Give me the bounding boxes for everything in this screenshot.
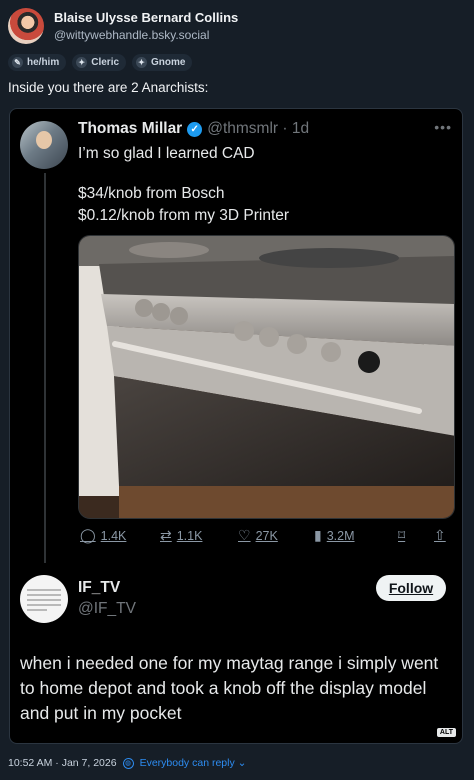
bookmark-action[interactable]: ⌑	[398, 527, 405, 544]
reply-author-name: IF_TV	[78, 579, 121, 596]
tweet-actions: ◯ 1.4K ⇄ 1.1K ♡ 27K ▮ 3.2M ⌑ ⇧	[78, 527, 455, 547]
tweet-photo	[78, 235, 455, 519]
reply-settings-link[interactable]: Everybody can reply ⌄	[140, 757, 247, 769]
globe-icon: ◍	[122, 757, 134, 769]
repost-icon: ⇄	[160, 527, 172, 543]
reply-author-avatar	[20, 575, 68, 623]
post-text: Inside you there are 2 Anarchists:	[8, 80, 209, 95]
post-footer: 10:52 AM · Jan 7, 2026 ◍ Everybody can r…	[8, 757, 246, 769]
stove-photo	[79, 236, 454, 518]
label-text: Cleric	[91, 57, 120, 68]
author-handle[interactable]: @wittywebhandle.bsky.social	[54, 28, 209, 42]
reply-text: when i needed one for my maytag range i …	[20, 653, 439, 723]
repost-count: 1.1K	[176, 528, 203, 543]
pronoun-icon: ✎	[12, 57, 23, 68]
tweet-text-line: $34/knob from Bosch	[78, 185, 225, 202]
tweet-author-avatar	[20, 121, 68, 169]
views-action[interactable]: ▮ 3.2M	[314, 527, 355, 544]
verified-icon: ✓	[187, 121, 203, 137]
tweet-header: Thomas Millar ✓ @thmsmlr · 1d	[78, 120, 309, 138]
label-text: he/him	[27, 57, 60, 68]
share-action[interactable]: ⇧	[434, 527, 446, 544]
author-avatar[interactable]	[8, 8, 44, 44]
views-icon: ▮	[314, 527, 322, 543]
label-pronouns[interactable]: ✎ he/him	[8, 54, 67, 71]
author-name[interactable]: Blaise Ulysse Bernard Collins	[54, 10, 238, 25]
tweet-text-line: I’m so glad I learned CAD	[78, 145, 255, 162]
reply-action[interactable]: ◯ 1.4K	[80, 527, 126, 544]
tweet-author-name: Thomas Millar	[78, 120, 183, 137]
alt-badge[interactable]: ALT	[436, 728, 456, 737]
more-icon: •••	[434, 119, 452, 135]
like-action[interactable]: ♡ 27K	[238, 527, 278, 544]
profile-labels: ✎ he/him ✦ Cleric ✦ Gnome	[8, 54, 193, 71]
label-text: Gnome	[151, 57, 186, 68]
reply-icon: ◯	[80, 527, 96, 543]
tweet-text-line: $0.12/knob from my 3D Printer	[78, 207, 290, 224]
race-icon: ✦	[136, 57, 148, 68]
post-timestamp[interactable]: 10:52 AM · Jan 7, 2026	[8, 757, 117, 769]
label-race[interactable]: ✦ Gnome	[132, 54, 193, 71]
follow-button: Follow	[376, 575, 446, 601]
thread-line	[44, 173, 46, 563]
class-icon: ✦	[76, 57, 88, 68]
like-count: 27K	[255, 528, 278, 543]
reply-count: 1.4K	[100, 528, 127, 543]
embedded-screenshot[interactable]: Thomas Millar ✓ @thmsmlr · 1d ••• I’m so…	[9, 108, 463, 744]
repost-action[interactable]: ⇄ 1.1K	[160, 527, 202, 544]
post-header: Blaise Ulysse Bernard Collins @wittywebh…	[8, 8, 466, 44]
label-class[interactable]: ✦ Cleric	[72, 54, 127, 71]
views-count: 3.2M	[326, 528, 355, 543]
tweet-handle-time: @thmsmlr · 1d	[207, 120, 310, 137]
share-icon: ⇧	[434, 527, 446, 543]
reply-author-handle: @IF_TV	[78, 600, 136, 617]
heart-icon: ♡	[238, 527, 251, 543]
bookmark-icon: ⌑	[398, 527, 406, 543]
